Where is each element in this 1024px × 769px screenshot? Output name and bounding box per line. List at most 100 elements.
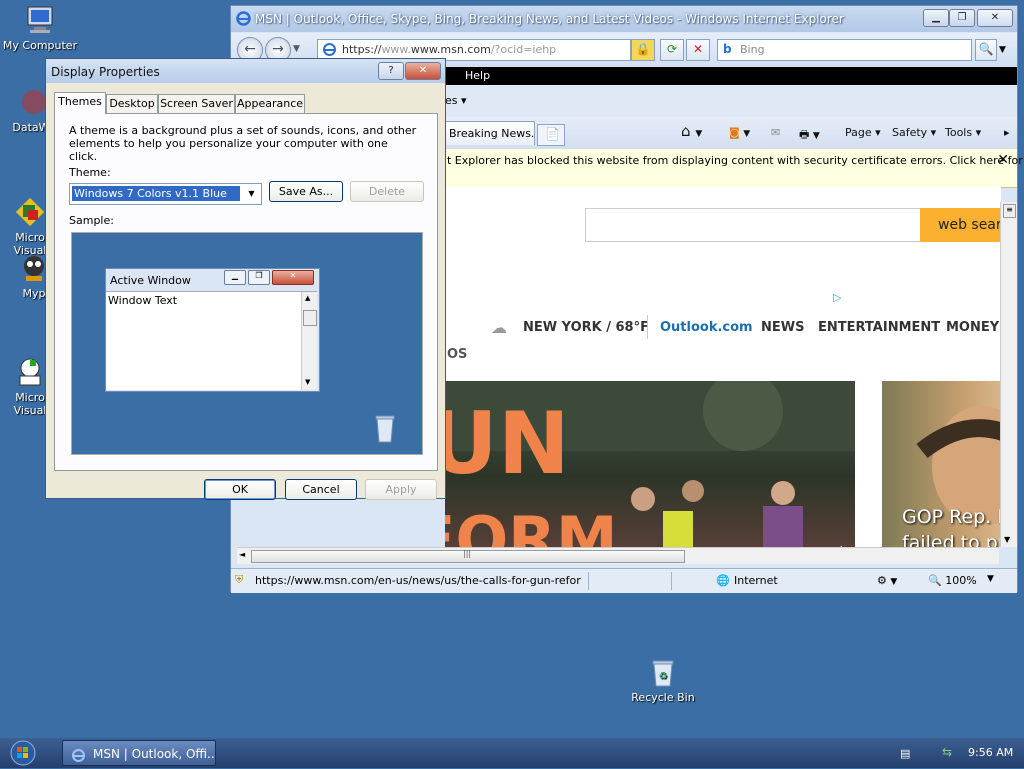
maximize-button[interactable]: ❐: [949, 9, 975, 27]
chevron-down-icon: ▼: [890, 577, 898, 587]
web-search-button[interactable]: web sear: [920, 208, 1001, 242]
scroll-down-icon[interactable]: ▼: [1004, 535, 1010, 544]
desktop-icon-label: Recycle Bin: [631, 691, 695, 704]
address-host: www.msn.com: [410, 43, 491, 56]
chevron-down-icon[interactable]: ▼: [244, 186, 259, 201]
ad-choices-icon[interactable]: ▷: [833, 291, 841, 304]
ie-titlebar[interactable]: MSN | Outlook, Office, Skype, Bing, Brea…: [231, 6, 1017, 32]
stop-icon: ✕: [692, 42, 704, 56]
chevron-down-icon: ▼: [812, 131, 820, 141]
bing-icon: b: [723, 42, 732, 56]
status-divider: [588, 572, 589, 590]
scroll-thumb: [303, 310, 317, 326]
close-icon: ✕: [990, 12, 1000, 23]
page-vertical-scrollbar[interactable]: ≡ ▼: [1000, 202, 1017, 547]
scroll-up-icon: ▲: [305, 294, 311, 302]
tab-desktop[interactable]: Desktop: [106, 94, 158, 113]
sample-window-body: Window Text ▲ ▼: [106, 291, 317, 390]
start-button[interactable]: [8, 740, 38, 766]
svg-text:REFORM: REFORM: [445, 503, 618, 547]
display-properties-dialog[interactable]: Display Properties ? ✕ Themes Desktop Sc…: [45, 58, 446, 500]
feeds-button[interactable]: ◙ ▼: [729, 126, 750, 139]
taskbar: MSN | Outlook, Offi... ▤ ⇆ 9:56 AM: [0, 738, 1024, 768]
desktop-icon-my-computer[interactable]: My Computer: [2, 4, 78, 52]
theme-preview: Active Window ▁ ❐ ✕ Window Text ▲ ▼: [71, 232, 423, 455]
security-lock-button[interactable]: 🔒: [631, 39, 655, 61]
search-options-dropdown[interactable]: ▼: [999, 45, 1006, 55]
sample-window: Active Window ▁ ❐ ✕ Window Text ▲ ▼: [105, 268, 320, 392]
keyboard-icon[interactable]: ▤: [900, 747, 910, 760]
new-tab-icon: 📄: [545, 127, 560, 141]
tab-screen-saver[interactable]: Screen Saver: [158, 94, 235, 113]
hero-image[interactable]: UN REFORM ‹ ›: [445, 381, 855, 547]
side-story-image[interactable]: GOP Rep. M failed to pr: [882, 381, 1001, 547]
chevron-right-icon: ▸: [1004, 126, 1010, 139]
tab-themes[interactable]: Themes: [54, 92, 106, 114]
close-infobar-icon[interactable]: ✕: [997, 152, 1009, 168]
ok-button[interactable]: OK: [204, 479, 276, 500]
help-icon: ?: [388, 65, 394, 76]
search-box[interactable]: b Bing: [717, 39, 972, 61]
favorites-item[interactable]: es ▾: [445, 94, 467, 107]
zoom-icon: 🔍: [928, 574, 942, 587]
chevron-down-icon: ▼: [695, 129, 703, 139]
more-commands-button[interactable]: ▸: [1004, 126, 1010, 139]
protected-mode-button[interactable]: ⚙ ▼: [877, 574, 897, 587]
clock[interactable]: 9:56 AM: [968, 746, 1013, 759]
taskbar-item-ie[interactable]: MSN | Outlook, Offi...: [62, 740, 216, 766]
menu-help[interactable]: Help: [465, 69, 490, 82]
ie-icon: [236, 11, 251, 26]
scroll-thumb[interactable]: ≡: [1003, 204, 1016, 218]
search-placeholder: Bing: [740, 43, 765, 56]
zoom-level: 100%: [945, 574, 977, 587]
lock-icon: 🔒: [635, 42, 651, 56]
read-mail-button[interactable]: ✉: [771, 126, 780, 139]
theme-dropdown[interactable]: Windows 7 Colors v1.1 Blue ▼: [69, 183, 262, 205]
safety-menu-button[interactable]: Safety ▾: [892, 126, 936, 139]
theme-label: Theme:: [69, 166, 111, 179]
print-button[interactable]: 🖶 ▼: [799, 126, 820, 145]
minimize-button[interactable]: ▁: [923, 9, 949, 27]
minimize-icon: ▁: [224, 270, 246, 285]
tab-msn[interactable]: Breaking News...: [445, 121, 535, 145]
sample-window-title: Active Window: [110, 274, 191, 287]
dialog-titlebar[interactable]: Display Properties ? ✕: [46, 59, 445, 83]
desktop-icon-recycle-bin[interactable]: ♻ Recycle Bin: [625, 656, 701, 704]
search-button[interactable]: 🔍: [975, 39, 997, 61]
network-icon[interactable]: ⇆: [942, 745, 952, 759]
nav-outlook[interactable]: Outlook.com: [660, 320, 753, 335]
stop-button[interactable]: ✕: [686, 39, 710, 61]
refresh-button[interactable]: ⟳: [660, 39, 684, 61]
home-button[interactable]: ⌂ ▼: [681, 122, 702, 140]
scroll-left-icon[interactable]: ◄: [239, 550, 245, 559]
new-tab-button[interactable]: 📄: [537, 124, 565, 146]
recent-pages-dropdown[interactable]: ▼: [293, 44, 300, 54]
home-icon: ⌂: [681, 122, 691, 140]
tab-appearance[interactable]: Appearance: [235, 94, 305, 113]
cancel-button[interactable]: Cancel: [285, 479, 357, 500]
msn-search-input[interactable]: [585, 208, 923, 242]
cloud-icon: ☁: [491, 318, 507, 337]
gun-reform-photo: UN REFORM: [445, 381, 855, 547]
weather-link[interactable]: NEW YORK / 68°F: [523, 320, 649, 335]
help-button[interactable]: ?: [378, 62, 404, 80]
zoom-dropdown[interactable]: ▼: [987, 574, 994, 584]
nav-money[interactable]: MONEY: [946, 320, 999, 335]
tools-menu-button[interactable]: Tools ▾: [945, 126, 981, 139]
page-horizontal-scrollbar[interactable]: ◄ |||: [237, 547, 999, 564]
nav-entertainment[interactable]: ENTERTAINMENT: [818, 320, 940, 335]
zoom-button[interactable]: 🔍 100%: [928, 574, 977, 587]
address-path: /?ocid=iehp: [490, 43, 557, 56]
information-bar[interactable]: t Explorer has blocked this website from…: [445, 149, 1023, 188]
delete-button[interactable]: Delete: [350, 181, 424, 202]
status-divider: [671, 572, 672, 590]
forward-arrow-icon: →: [272, 41, 284, 57]
page-menu-button[interactable]: Page ▾: [845, 126, 881, 139]
close-button[interactable]: ✕: [977, 9, 1013, 27]
apply-button[interactable]: Apply: [365, 479, 437, 500]
dialog-close-button[interactable]: ✕: [405, 62, 441, 80]
nav-news[interactable]: NEWS: [761, 320, 804, 335]
side-story-headline: GOP Rep. M failed to pr: [902, 506, 1001, 547]
save-as-button[interactable]: Save As...: [269, 181, 343, 202]
sample-window-text: Window Text: [108, 294, 178, 307]
